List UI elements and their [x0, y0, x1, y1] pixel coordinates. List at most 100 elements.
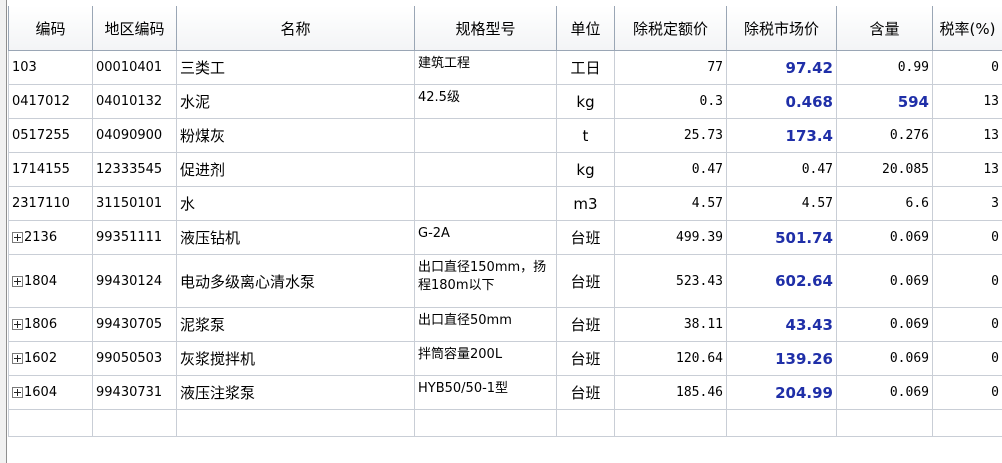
cell-market-price[interactable]: 501.74: [726, 220, 837, 255]
empty-cell[interactable]: [556, 409, 615, 437]
cell-unit[interactable]: m3: [556, 186, 615, 221]
cell-quantity[interactable]: 0.99: [836, 50, 933, 85]
cell-tax-rate[interactable]: 0: [932, 307, 1002, 342]
cell-code[interactable]: 103: [8, 50, 93, 85]
cell-tax-rate[interactable]: 13: [932, 84, 1002, 119]
expand-plus-icon[interactable]: [12, 353, 23, 364]
cell-code[interactable]: 2317110: [8, 186, 93, 221]
cell-spec[interactable]: [414, 186, 557, 221]
table-row[interactable]: 1604 99430731 液压注浆泵 HYB50/50-1型 台班 185.46 204.…: [8, 375, 1002, 410]
cell-region-code[interactable]: 00010401: [92, 50, 177, 85]
cell-market-price[interactable]: 0.47: [726, 152, 837, 187]
cell-region-code[interactable]: 99430731: [92, 375, 177, 410]
cell-tax-rate[interactable]: 0: [932, 220, 1002, 255]
cell-name[interactable]: 泥浆泵: [176, 307, 415, 342]
cell-unit[interactable]: kg: [556, 152, 615, 187]
empty-row[interactable]: [8, 409, 1002, 437]
cell-base-price[interactable]: 185.46: [614, 375, 727, 410]
cell-region-code[interactable]: 99430124: [92, 254, 177, 308]
cell-quantity[interactable]: 0.069: [836, 307, 933, 342]
cell-tax-rate[interactable]: 13: [932, 152, 1002, 187]
col-header-region-code[interactable]: 地区编码: [92, 6, 177, 51]
cell-name[interactable]: 液压钻机: [176, 220, 415, 255]
expand-plus-icon[interactable]: [12, 232, 23, 243]
cell-code[interactable]: 1602: [8, 341, 93, 376]
table-row[interactable]: 0517255 04090900 粉煤灰 t 25.73 173.4 0.276 13: [8, 118, 1002, 153]
cell-code[interactable]: 1806: [8, 307, 93, 342]
empty-cell[interactable]: [92, 409, 177, 437]
cell-market-price[interactable]: 173.4: [726, 118, 837, 153]
cell-name[interactable]: 三类工: [176, 50, 415, 85]
cell-code[interactable]: 1804: [8, 254, 93, 308]
cell-quantity[interactable]: 0.069: [836, 341, 933, 376]
cell-unit[interactable]: kg: [556, 84, 615, 119]
empty-cell[interactable]: [176, 409, 415, 437]
cell-name[interactable]: 水泥: [176, 84, 415, 119]
cell-region-code[interactable]: 12333545: [92, 152, 177, 187]
cell-code[interactable]: 0417012: [8, 84, 93, 119]
col-header-spec[interactable]: 规格型号: [414, 6, 557, 51]
cell-market-price[interactable]: 43.43: [726, 307, 837, 342]
cell-code[interactable]: 2136: [8, 220, 93, 255]
cell-market-price[interactable]: 602.64: [726, 254, 837, 308]
cell-tax-rate[interactable]: 0: [932, 375, 1002, 410]
cell-region-code[interactable]: 99430705: [92, 307, 177, 342]
cell-market-price[interactable]: 97.42: [726, 50, 837, 85]
cell-unit[interactable]: 台班: [556, 220, 615, 255]
cell-unit[interactable]: 台班: [556, 341, 615, 376]
empty-cell[interactable]: [726, 409, 837, 437]
resource-grid[interactable]: 编码 地区编码 名称 规格型号 单位 除税定额价 除税市场价 含量 税率(%) …: [8, 6, 1002, 463]
expand-plus-icon[interactable]: [12, 319, 23, 330]
cell-name[interactable]: 粉煤灰: [176, 118, 415, 153]
table-row[interactable]: 103 00010401 三类工 建筑工程 工日 77 97.42 0.99 0: [8, 50, 1002, 85]
cell-spec[interactable]: 建筑工程: [414, 50, 557, 85]
expand-plus-icon[interactable]: [12, 275, 23, 287]
cell-code[interactable]: 1714155: [8, 152, 93, 187]
cell-spec[interactable]: G-2A: [414, 220, 557, 255]
cell-base-price[interactable]: 77: [614, 50, 727, 85]
cell-region-code[interactable]: 04090900: [92, 118, 177, 153]
cell-code[interactable]: 0517255: [8, 118, 93, 153]
cell-tax-rate[interactable]: 3: [932, 186, 1002, 221]
cell-unit[interactable]: t: [556, 118, 615, 153]
cell-unit[interactable]: 台班: [556, 375, 615, 410]
cell-name[interactable]: 电动多级离心清水泵: [176, 254, 415, 308]
col-header-quantity[interactable]: 含量: [836, 6, 933, 51]
cell-tax-rate[interactable]: 0: [932, 50, 1002, 85]
cell-unit[interactable]: 台班: [556, 254, 615, 308]
cell-base-price[interactable]: 499.39: [614, 220, 727, 255]
expand-plus-icon[interactable]: [12, 387, 23, 398]
cell-base-price[interactable]: 25.73: [614, 118, 727, 153]
cell-base-price[interactable]: 0.47: [614, 152, 727, 187]
cell-quantity[interactable]: 20.085: [836, 152, 933, 187]
table-row[interactable]: 1602 99050503 灰浆搅拌机 拌筒容量200L 台班 120.64 139.26 0…: [8, 341, 1002, 376]
cell-base-price[interactable]: 4.57: [614, 186, 727, 221]
cell-tax-rate[interactable]: 0: [932, 254, 1002, 308]
cell-market-price[interactable]: 139.26: [726, 341, 837, 376]
cell-tax-rate[interactable]: 0: [932, 341, 1002, 376]
col-header-unit[interactable]: 单位: [556, 6, 615, 51]
cell-unit[interactable]: 台班: [556, 307, 615, 342]
col-header-base-price[interactable]: 除税定额价: [614, 6, 727, 51]
empty-cell[interactable]: [8, 409, 93, 437]
col-header-name[interactable]: 名称: [176, 6, 415, 51]
cell-base-price[interactable]: 0.3: [614, 84, 727, 119]
cell-region-code[interactable]: 31150101: [92, 186, 177, 221]
cell-spec[interactable]: 42.5级: [414, 84, 557, 119]
table-row[interactable]: 1804 99430124 电动多级离心清水泵 出口直径150mm，扬程180m以下 台…: [8, 254, 1002, 308]
cell-quantity[interactable]: 0.069: [836, 220, 933, 255]
empty-cell[interactable]: [836, 409, 933, 437]
table-row[interactable]: 1806 99430705 泥浆泵 出口直径50mm 台班 38.11 43.43 0.069…: [8, 307, 1002, 342]
cell-region-code[interactable]: 04010132: [92, 84, 177, 119]
cell-market-price[interactable]: 204.99: [726, 375, 837, 410]
cell-quantity[interactable]: 0.276: [836, 118, 933, 153]
cell-market-price[interactable]: 0.468: [726, 84, 837, 119]
cell-quantity[interactable]: 6.6: [836, 186, 933, 221]
empty-cell[interactable]: [932, 409, 1002, 437]
table-row[interactable]: 1714155 12333545 促进剂 kg 0.47 0.47 20.085 13: [8, 152, 1002, 187]
table-row[interactable]: 2136 99351111 液压钻机 G-2A 台班 499.39 501.74 0.069 0: [8, 220, 1002, 255]
cell-quantity[interactable]: 0.069: [836, 254, 933, 308]
cell-base-price[interactable]: 523.43: [614, 254, 727, 308]
cell-name[interactable]: 水: [176, 186, 415, 221]
cell-region-code[interactable]: 99351111: [92, 220, 177, 255]
